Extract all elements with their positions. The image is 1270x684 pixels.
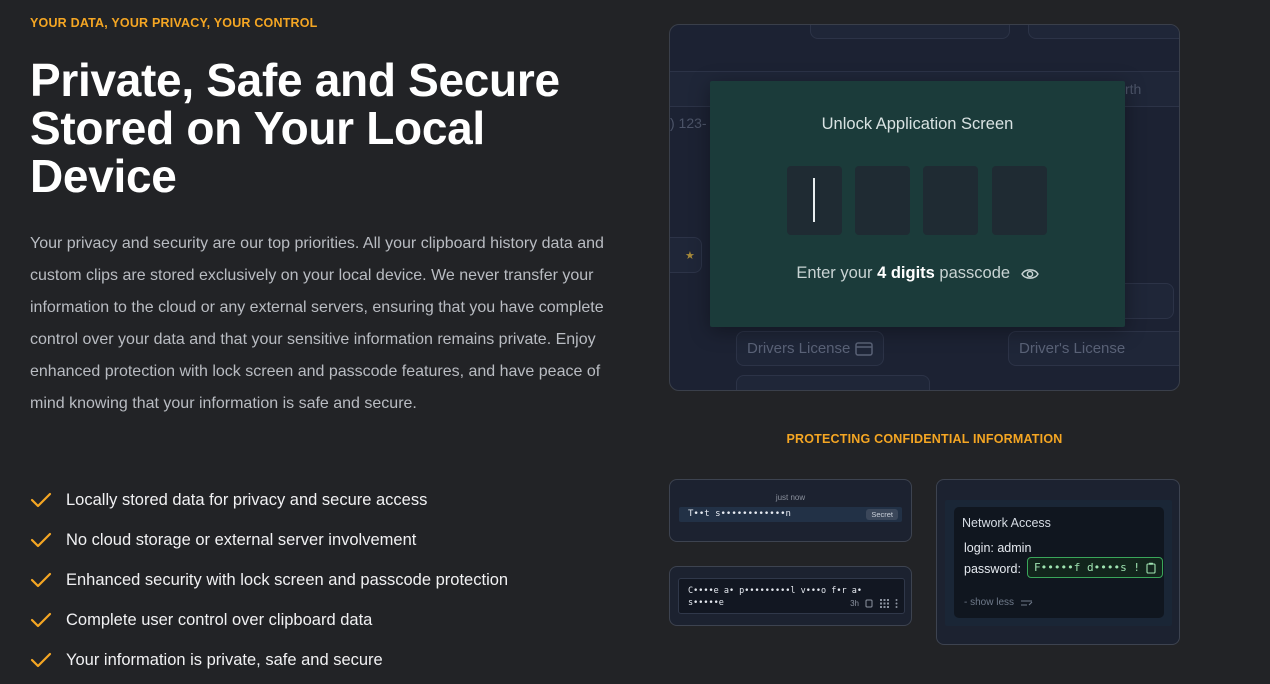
masked-clip-card: C••••e a• p•••••••••l v•••o f•r a• s••••… bbox=[669, 566, 912, 626]
passcode-digit-4[interactable] bbox=[992, 166, 1047, 235]
background-chip bbox=[736, 375, 930, 390]
checkmark-icon bbox=[30, 652, 52, 668]
unlock-dialog: Unlock Application Screen Enter your 4 d… bbox=[710, 81, 1125, 327]
feature-text: Complete user control over clipboard dat… bbox=[66, 610, 373, 629]
feature-text: Your information is private, safe and se… bbox=[66, 650, 383, 669]
network-clip[interactable]: Network Access login: admin password: F•… bbox=[954, 507, 1164, 618]
clip-timestamp: just now bbox=[775, 493, 806, 502]
feature-item: Enhanced security with lock screen and p… bbox=[30, 560, 508, 600]
masked-clip-text: T••t s••••••••••••n bbox=[688, 509, 791, 519]
passcode-digit-1[interactable] bbox=[787, 166, 842, 235]
clip-meta: 3h bbox=[850, 599, 898, 608]
drivers-license-label-right: Driver's License bbox=[1019, 340, 1126, 357]
card-icon bbox=[855, 341, 873, 356]
feature-list: Locally stored data for privacy and secu… bbox=[30, 480, 508, 680]
more-icon[interactable] bbox=[895, 599, 898, 608]
background-chip: ★ bbox=[670, 237, 702, 273]
section-subhead: PROTECTING CONFIDENTIAL INFORMATION bbox=[786, 432, 1063, 446]
description-paragraph: Your privacy and security are our top pr… bbox=[30, 235, 604, 412]
login-line: login: admin bbox=[964, 541, 1032, 555]
network-clip-wrapper: Network Access login: admin password: F•… bbox=[945, 500, 1172, 626]
hint-prefix: Enter your bbox=[796, 264, 878, 282]
feature-item: Locally stored data for privacy and secu… bbox=[30, 480, 508, 520]
secret-badge: Secret bbox=[866, 509, 898, 520]
show-less-label: - show less bbox=[964, 597, 1015, 608]
checkmark-icon bbox=[30, 492, 52, 508]
feature-text: Enhanced security with lock screen and p… bbox=[66, 570, 509, 589]
network-access-card: Network Access login: admin password: F•… bbox=[936, 479, 1180, 645]
feature-text: Locally stored data for privacy and secu… bbox=[66, 490, 428, 509]
drivers-license-label: Drivers License bbox=[747, 340, 851, 357]
drivers-license-chip-right: Driver's License bbox=[1008, 331, 1179, 366]
masked-password-value: F•••••f d••••s ! bbox=[1034, 561, 1140, 574]
feature-text: No cloud storage or external server invo… bbox=[66, 530, 417, 549]
secret-clip-row[interactable]: T••t s••••••••••••n Secret bbox=[679, 507, 902, 522]
background-phone-text: ) 123- bbox=[670, 115, 707, 131]
passcode-hint: Enter your 4 digits passcode bbox=[710, 264, 1125, 283]
network-title: Network Access bbox=[962, 516, 1051, 530]
eye-icon[interactable] bbox=[1020, 267, 1039, 281]
clip-age: 3h bbox=[850, 599, 859, 608]
hint-bold: 4 digits bbox=[877, 264, 935, 282]
show-less-toggle[interactable]: - show less bbox=[964, 597, 1034, 608]
grid-icon[interactable] bbox=[880, 599, 889, 608]
background-chip bbox=[1028, 25, 1179, 39]
feature-item: No cloud storage or external server invo… bbox=[30, 520, 508, 560]
section-eyebrow: YOUR DATA, YOUR PRIVACY, YOUR CONTROL bbox=[30, 16, 318, 30]
passcode-digit-2[interactable] bbox=[855, 166, 910, 235]
checkmark-icon bbox=[30, 532, 52, 548]
checkmark-icon bbox=[30, 612, 52, 628]
background-chip bbox=[810, 25, 1010, 39]
copy-icon[interactable] bbox=[865, 599, 874, 608]
checkmark-icon bbox=[30, 572, 52, 588]
unlock-title: Unlock Application Screen bbox=[821, 115, 1014, 133]
drivers-license-chip: Drivers License bbox=[736, 331, 884, 366]
password-label: password: bbox=[964, 562, 1021, 576]
masked-clip-box[interactable]: C••••e a• p•••••••••l v•••o f•r a• s••••… bbox=[678, 578, 905, 614]
hint-suffix: passcode bbox=[934, 264, 1011, 282]
secret-clip-card: just now T••t s••••••••••••n Secret bbox=[669, 479, 912, 542]
masked-password[interactable]: F•••••f d••••s ! bbox=[1027, 557, 1163, 578]
passcode-digit-3[interactable] bbox=[923, 166, 978, 235]
collapse-icon bbox=[1021, 599, 1033, 606]
feature-item: Complete user control over clipboard dat… bbox=[30, 600, 508, 640]
page-title: Private, Safe and Secure Stored on Your … bbox=[30, 54, 560, 202]
star-icon: ★ bbox=[685, 249, 695, 262]
lock-screen-preview: ) 123- rth ★ Drivers License Driver's Li… bbox=[669, 24, 1180, 391]
feature-item: Your information is private, safe and se… bbox=[30, 640, 508, 680]
background-earth-text: rth bbox=[1125, 81, 1142, 97]
clipboard-icon[interactable] bbox=[1146, 562, 1156, 574]
